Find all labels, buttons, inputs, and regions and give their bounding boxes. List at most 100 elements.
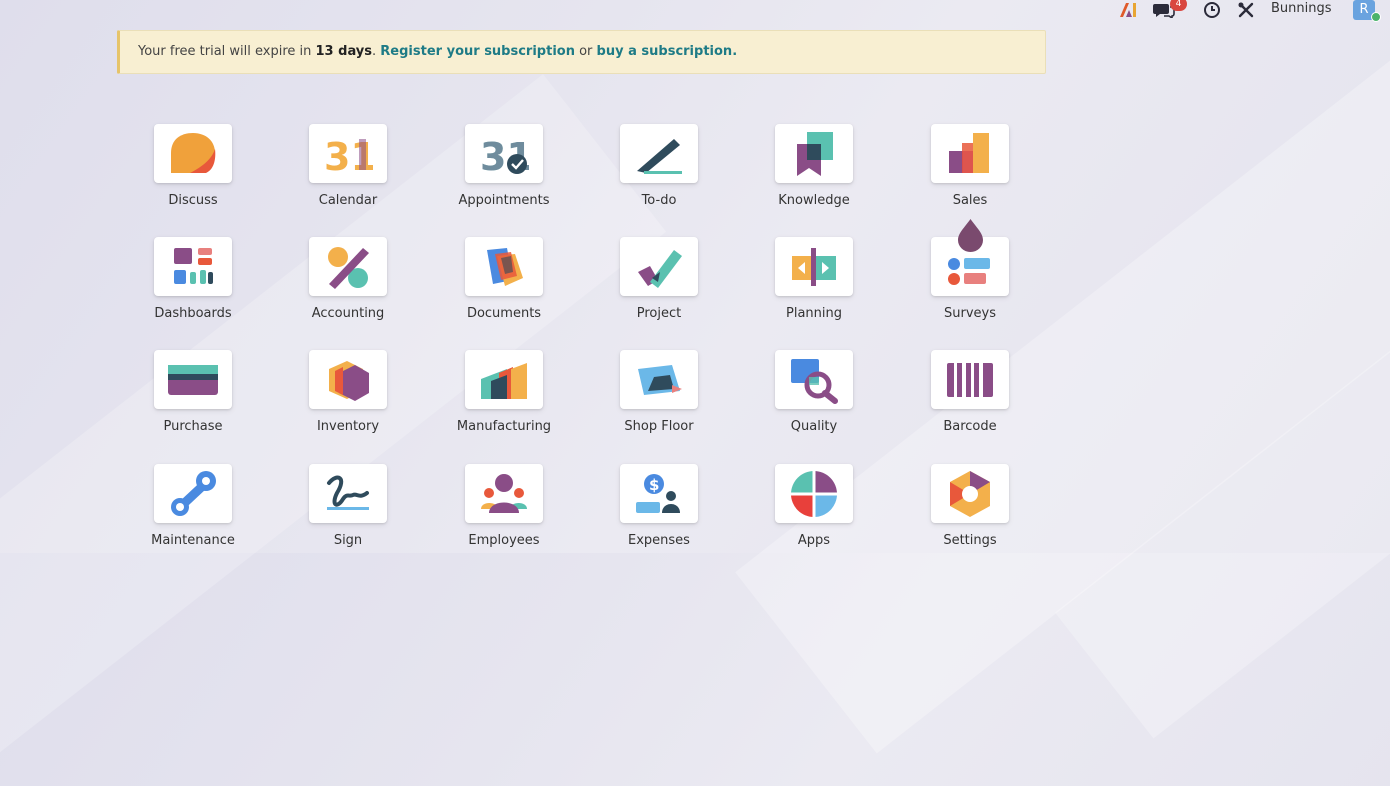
buy-subscription-link[interactable]: buy a subscription — [597, 44, 733, 59]
accounting-icon — [328, 247, 369, 289]
app-label: Purchase — [163, 419, 223, 434]
app-sign[interactable]: Sign — [288, 464, 408, 564]
app-label: Expenses — [628, 533, 690, 548]
app-label: Discuss — [168, 193, 218, 208]
app-barcode[interactable]: Barcode — [910, 350, 1030, 450]
app-label: To-do — [641, 193, 677, 208]
app-dashboards[interactable]: Dashboards — [133, 237, 253, 337]
shop-floor-icon — [638, 365, 682, 395]
manufacturing-icon — [481, 363, 527, 399]
register-subscription-link[interactable]: Register your subscription — [380, 44, 575, 59]
app-label: Project — [636, 306, 682, 321]
barcode-icon — [947, 363, 993, 397]
sales-icon — [949, 133, 989, 173]
app-tile[interactable] — [154, 464, 232, 523]
banner-text: or — [574, 44, 597, 59]
banner-days: 13 days — [315, 44, 373, 59]
app-apps[interactable]: Apps — [754, 464, 874, 564]
app-tile[interactable] — [154, 124, 232, 183]
app-quality[interactable]: Quality — [754, 350, 874, 450]
app-label: Settings — [943, 533, 997, 548]
app-tile[interactable] — [931, 464, 1009, 523]
app-label: Apps — [797, 533, 831, 548]
maintenance-icon — [171, 471, 216, 516]
app-tile[interactable] — [775, 124, 853, 183]
app-appointments[interactable]: 31 31 Appointments — [444, 124, 564, 224]
app-label: Accounting — [311, 306, 385, 321]
dollar-sign: $ — [649, 476, 659, 494]
app-manufacturing[interactable]: Manufacturing — [444, 350, 564, 450]
app-expenses[interactable]: $ Expenses — [599, 464, 719, 564]
expenses-icon: $ — [636, 474, 680, 513]
app-documents[interactable]: Documents — [444, 237, 564, 337]
app-tile[interactable] — [775, 237, 853, 296]
app-tile[interactable] — [309, 237, 387, 296]
app-project[interactable]: Project — [599, 237, 719, 337]
app-tile[interactable] — [309, 464, 387, 523]
app-knowledge[interactable]: Knowledge — [754, 124, 874, 224]
app-tile[interactable] — [465, 237, 543, 296]
employees-icon — [481, 474, 527, 513]
user-status-dot — [1371, 12, 1381, 22]
app-label: Sales — [952, 193, 988, 208]
app-tile[interactable]: 31 — [309, 124, 387, 183]
app-label: Appointments — [458, 193, 550, 208]
messages-badge: 4 — [1170, 0, 1187, 11]
app-tile[interactable] — [620, 124, 698, 183]
settings-icon — [950, 471, 990, 517]
app-sales[interactable]: Sales — [910, 124, 1030, 224]
app-label: Inventory — [316, 419, 380, 434]
app-label: Manufacturing — [456, 419, 552, 434]
app-calendar[interactable]: 31 Calendar — [288, 124, 408, 224]
dashboards-icon — [174, 248, 213, 284]
ai-logo-icon[interactable] — [1118, 2, 1138, 18]
app-label: Maintenance — [151, 533, 235, 548]
discuss-icon — [171, 133, 216, 173]
app-maintenance[interactable]: Maintenance — [133, 464, 253, 564]
app-tile[interactable] — [931, 350, 1009, 409]
app-settings[interactable]: Settings — [910, 464, 1030, 564]
trial-banner: Your free trial will expire in 13 days. … — [117, 30, 1046, 74]
app-label: Knowledge — [778, 193, 850, 208]
app-tile[interactable] — [465, 350, 543, 409]
app-label: Dashboards — [154, 306, 232, 321]
app-tile[interactable] — [154, 350, 232, 409]
app-tile[interactable] — [775, 464, 853, 523]
app-inventory[interactable]: Inventory — [288, 350, 408, 450]
app-discuss[interactable]: Discuss — [133, 124, 253, 224]
app-tile[interactable]: $ — [620, 464, 698, 523]
clock-icon[interactable] — [1203, 1, 1221, 19]
app-label: Quality — [790, 419, 838, 434]
tools-icon[interactable] — [1237, 1, 1255, 19]
quality-icon — [791, 359, 838, 404]
app-label: Employees — [468, 533, 540, 548]
app-shop-floor[interactable]: Shop Floor — [599, 350, 719, 450]
purchase-icon — [168, 365, 218, 395]
appointments-icon: 31 31 — [480, 135, 529, 179]
app-tile[interactable] — [620, 237, 698, 296]
app-tile[interactable] — [775, 350, 853, 409]
app-todo[interactable]: To-do — [599, 124, 719, 224]
app-tile[interactable] — [154, 237, 232, 296]
app-surveys[interactable]: Surveys — [910, 237, 1030, 337]
app-tile[interactable] — [309, 350, 387, 409]
app-tile[interactable] — [465, 464, 543, 523]
app-label: Calendar — [318, 193, 378, 208]
sign-icon — [327, 475, 369, 510]
app-accounting[interactable]: Accounting — [288, 237, 408, 337]
todo-icon — [637, 139, 682, 174]
app-tile[interactable]: 31 31 — [465, 124, 543, 183]
app-label: Documents — [466, 306, 542, 321]
app-label: Surveys — [944, 306, 996, 321]
app-tile[interactable] — [620, 350, 698, 409]
planning-icon — [792, 248, 836, 286]
company-name[interactable]: Bunnings — [1271, 1, 1332, 16]
app-purchase[interactable]: Purchase — [133, 350, 253, 450]
documents-icon — [487, 248, 523, 286]
calendar-icon: 31 — [324, 135, 373, 179]
app-tile[interactable] — [931, 124, 1009, 183]
app-label: Sign — [333, 533, 363, 548]
app-planning[interactable]: Planning — [754, 237, 874, 337]
app-label: Shop Floor — [624, 419, 694, 434]
app-employees[interactable]: Employees — [444, 464, 564, 564]
